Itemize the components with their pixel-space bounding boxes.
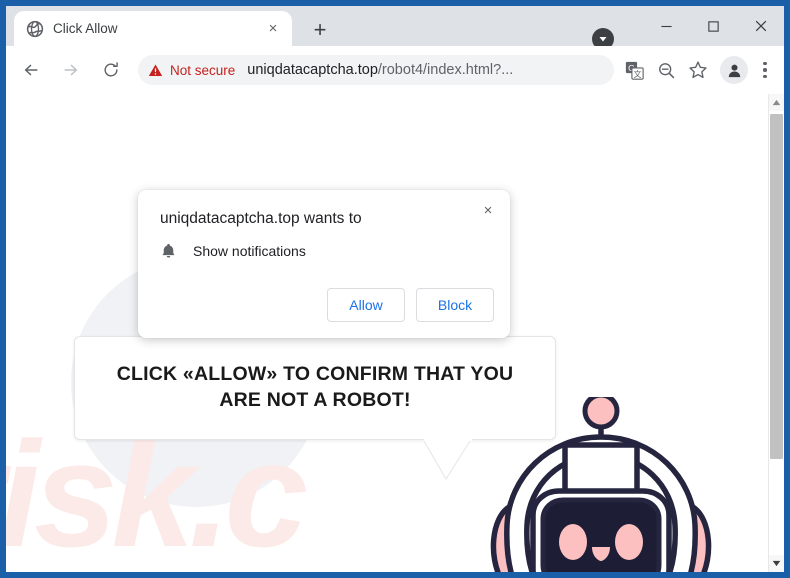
reload-button[interactable] (96, 55, 126, 85)
tab-title: Click Allow (53, 21, 118, 36)
close-icon (755, 20, 766, 32)
tab-close-icon[interactable]: × (262, 18, 284, 40)
robot-cheek-left (559, 524, 587, 560)
permission-row: Show notifications (160, 242, 306, 259)
dialog-title: uniqdatacaptcha.top wants to (160, 210, 362, 227)
warning-triangle-icon (148, 64, 163, 76)
arrow-left-icon (24, 64, 38, 76)
new-tab-button[interactable]: + (306, 16, 334, 44)
bookmark-star-glyph (689, 61, 707, 79)
person-glyph (728, 64, 740, 77)
svg-text:文: 文 (633, 68, 641, 78)
notification-permission-dialog: × uniqdatacaptcha.top wants to Show noti… (138, 190, 510, 338)
close-window-button[interactable] (737, 6, 784, 46)
speech-bubble-line2: ARE NOT A ROBOT! (219, 389, 411, 411)
minimize-button[interactable] (643, 6, 690, 46)
scrollbar-up-arrow[interactable] (769, 94, 784, 111)
robot-cheek-right (615, 524, 643, 560)
browser-window: Click Allow × + Not secure uniqdatacaptc… (0, 0, 790, 578)
robot-mascot-illustration (490, 397, 712, 572)
minimize-icon (661, 25, 672, 27)
browser-tab[interactable]: Click Allow × (14, 11, 292, 46)
allow-button[interactable]: Allow (327, 288, 405, 322)
url-path: /robot4/index.html?... (377, 62, 514, 78)
menu-dot (763, 74, 767, 79)
caret-down-glyph (599, 37, 607, 42)
security-status-badge[interactable]: Not secure (144, 63, 243, 78)
triangle-up-icon (772, 99, 781, 106)
security-status-label: Not secure (170, 62, 236, 78)
back-button[interactable] (16, 55, 46, 85)
three-dot-menu-icon[interactable] (752, 56, 778, 84)
profile-avatar-icon[interactable] (720, 56, 748, 84)
window-controls (643, 6, 784, 46)
zoom-out-icon[interactable] (652, 56, 680, 84)
speech-bubble-line1: CLICK «ALLOW» TO CONFIRM THAT YOU (116, 363, 514, 386)
maximize-icon (708, 20, 719, 32)
triangle-down-icon (772, 560, 781, 567)
tab-strip: Click Allow × + (6, 6, 784, 50)
forward-button[interactable] (56, 55, 86, 85)
star-icon[interactable] (684, 56, 712, 84)
menu-dot (763, 68, 767, 72)
globe-icon (26, 20, 44, 37)
dialog-close-icon[interactable]: × (474, 196, 502, 224)
dialog-actions: Allow Block (327, 288, 494, 322)
reload-icon (104, 62, 118, 77)
scrollbar-thumb[interactable] (770, 114, 783, 459)
address-bar[interactable]: Not secure uniqdatacaptcha.top/robot4/in… (138, 55, 614, 85)
maximize-button[interactable] (690, 6, 737, 46)
permission-label: Show notifications (193, 242, 306, 259)
page-viewport: pcr risk.c CLICK «ALLOW» TO CONFIRM THAT… (6, 94, 784, 572)
translate-icon[interactable]: G 文 (620, 56, 648, 84)
page-scrollbar[interactable] (768, 94, 784, 572)
arrow-right-icon (64, 64, 78, 76)
url-text[interactable]: uniqdatacaptcha.top/robot4/index.html?..… (247, 62, 610, 78)
block-button[interactable]: Block (416, 288, 494, 322)
menu-dot (763, 61, 767, 66)
url-domain: uniqdatacaptcha.top (247, 62, 378, 78)
bell-icon (162, 243, 175, 258)
translate-glyph: G 文 (625, 61, 644, 80)
zoom-out-glyph (658, 62, 674, 78)
scrollbar-down-arrow[interactable] (769, 555, 784, 572)
browser-toolbar: Not secure uniqdatacaptcha.top/robot4/in… (6, 46, 784, 94)
